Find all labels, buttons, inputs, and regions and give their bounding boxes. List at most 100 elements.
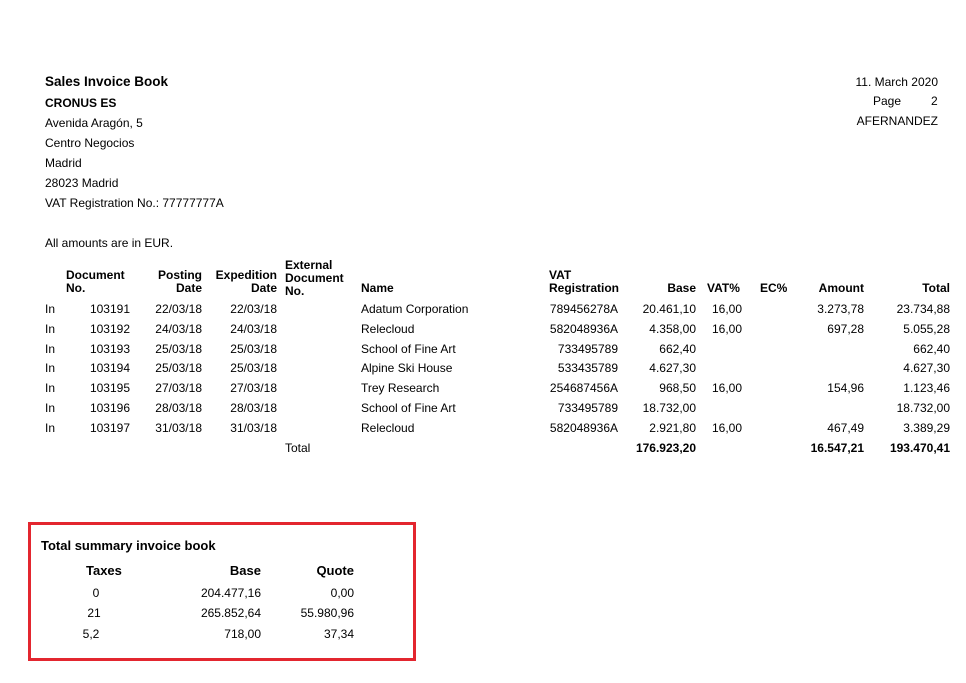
col-base: Base — [667, 281, 696, 295]
row-document-no: 103196 — [89, 401, 130, 415]
row-expedition-date: 24/03/18 — [230, 322, 277, 336]
totals-label: Total — [285, 441, 311, 455]
row-base: 968,50 — [659, 381, 696, 395]
row-type: In — [45, 401, 56, 415]
table-row: In 103192 24/03/18 24/03/18 Relecloud 58… — [0, 322, 966, 342]
row-expedition-date: 25/03/18 — [230, 342, 277, 356]
row-amount: 697,28 — [827, 322, 864, 336]
totals-total: 193.470,41 — [889, 441, 950, 455]
col-posting-date-line2: Date — [175, 281, 202, 295]
col-vat-registration-line2: Registration — [549, 281, 620, 295]
row-vat-percent: 16,00 — [712, 421, 743, 435]
row-vat-percent: 16,00 — [712, 302, 743, 316]
table-row: In 103197 31/03/18 31/03/18 Relecloud 58… — [0, 421, 966, 441]
row-vat-registration: 733495789 — [557, 342, 618, 356]
row-document-no: 103193 — [89, 342, 130, 356]
row-name: Alpine Ski House — [361, 361, 453, 375]
row-vat-percent: 16,00 — [712, 322, 743, 336]
row-type: In — [45, 302, 56, 316]
col-expedition-date: Expedition Date — [212, 269, 277, 295]
row-base: 4.627,30 — [649, 361, 696, 375]
summary-col-quote: Quote — [316, 563, 354, 578]
row-amount: 3.273,78 — [817, 302, 864, 316]
col-document-no-line2: No. — [66, 281, 86, 295]
totals-row: Total 176.923,20 16.547,21 193.470,41 — [0, 441, 966, 461]
row-total: 18.732,00 — [896, 401, 950, 415]
address-line-2: Centro Negocios — [45, 136, 135, 150]
row-document-no: 103195 — [89, 381, 130, 395]
address-line-4: 28023 Madrid — [45, 176, 119, 190]
company-name: CRONUS ES — [45, 96, 117, 110]
row-name: Trey Research — [361, 381, 440, 395]
page-label: Page — [873, 94, 902, 108]
company-vat-registration: VAT Registration No.: 77777777A — [45, 196, 224, 210]
col-document-no: Document No. — [66, 269, 125, 295]
row-total: 23.734,88 — [896, 302, 950, 316]
row-base: 662,40 — [659, 342, 696, 356]
col-posting-date: Posting Date — [150, 269, 202, 295]
summary-base: 265.852,64 — [200, 606, 261, 620]
row-vat-registration: 254687456A — [549, 381, 618, 395]
address-line-1: Avenida Aragón, 5 — [45, 116, 143, 130]
row-document-no: 103194 — [89, 361, 130, 375]
row-name: Relecloud — [361, 322, 415, 336]
page-number: 2 — [931, 94, 938, 108]
row-amount: 154,96 — [827, 381, 864, 395]
row-name: Adatum Corporation — [361, 302, 469, 316]
summary-quote: 37,34 — [323, 627, 354, 641]
currency-note: All amounts are in EUR. — [45, 236, 174, 250]
row-vat-percent: 16,00 — [712, 381, 743, 395]
summary-taxes: 5,2 — [82, 627, 100, 641]
row-name: Relecloud — [361, 421, 415, 435]
row-posting-date: 25/03/18 — [155, 361, 202, 375]
row-vat-registration: 733495789 — [557, 401, 618, 415]
col-name: Name — [361, 281, 394, 295]
row-posting-date: 24/03/18 — [155, 322, 202, 336]
row-vat-registration: 582048936A — [549, 421, 618, 435]
summary-col-taxes: Taxes — [86, 563, 122, 578]
col-amount: Amount — [818, 281, 864, 295]
row-type: In — [45, 421, 56, 435]
summary-taxes: 21 — [87, 606, 101, 620]
row-base: 4.358,00 — [649, 322, 696, 336]
table-row: In 103191 22/03/18 22/03/18 Adatum Corpo… — [0, 302, 966, 322]
row-base: 2.921,80 — [649, 421, 696, 435]
summary-quote: 0,00 — [330, 586, 354, 600]
row-amount: 467,49 — [827, 421, 864, 435]
row-document-no: 103192 — [89, 322, 130, 336]
row-document-no: 103197 — [89, 421, 130, 435]
report-date: 11. March 2020 — [855, 75, 939, 89]
summary-base: 204.477,16 — [200, 586, 261, 600]
summary-base: 718,00 — [224, 627, 261, 641]
row-posting-date: 31/03/18 — [155, 421, 202, 435]
row-total: 5.055,28 — [903, 322, 950, 336]
address-line-3: Madrid — [45, 156, 82, 170]
totals-amount: 16.547,21 — [810, 441, 864, 455]
row-posting-date: 22/03/18 — [155, 302, 202, 316]
row-posting-date: 28/03/18 — [155, 401, 202, 415]
report-title: Sales Invoice Book — [45, 74, 169, 89]
row-total: 4.627,30 — [903, 361, 950, 375]
col-vat-percent: VAT% — [707, 281, 740, 295]
summary-col-base: Base — [229, 563, 261, 578]
row-type: In — [45, 361, 56, 375]
col-ec-percent: EC% — [760, 281, 788, 295]
row-expedition-date: 31/03/18 — [230, 421, 277, 435]
row-name: School of Fine Art — [361, 342, 456, 356]
col-external-document-no: External Document No. — [285, 259, 344, 298]
col-expedition-date-line2: Date — [250, 281, 277, 295]
tax-summary-box: Total summary invoice book Taxes Base Qu… — [28, 522, 416, 661]
row-base: 20.461,10 — [642, 302, 696, 316]
table-row: In 103196 28/03/18 28/03/18 School of Fi… — [0, 401, 966, 421]
row-name: School of Fine Art — [361, 401, 456, 415]
row-expedition-date: 22/03/18 — [230, 302, 277, 316]
table-row: In 103193 25/03/18 25/03/18 School of Fi… — [0, 342, 966, 362]
row-document-no: 103191 — [89, 302, 130, 316]
row-expedition-date: 27/03/18 — [230, 381, 277, 395]
summary-quote: 55.980,96 — [300, 606, 354, 620]
totals-base: 176.923,20 — [635, 441, 696, 455]
row-posting-date: 27/03/18 — [155, 381, 202, 395]
table-row: In 103194 25/03/18 25/03/18 Alpine Ski H… — [0, 361, 966, 381]
row-vat-registration: 789456278A — [549, 302, 618, 316]
summary-title: Total summary invoice book — [41, 538, 216, 553]
